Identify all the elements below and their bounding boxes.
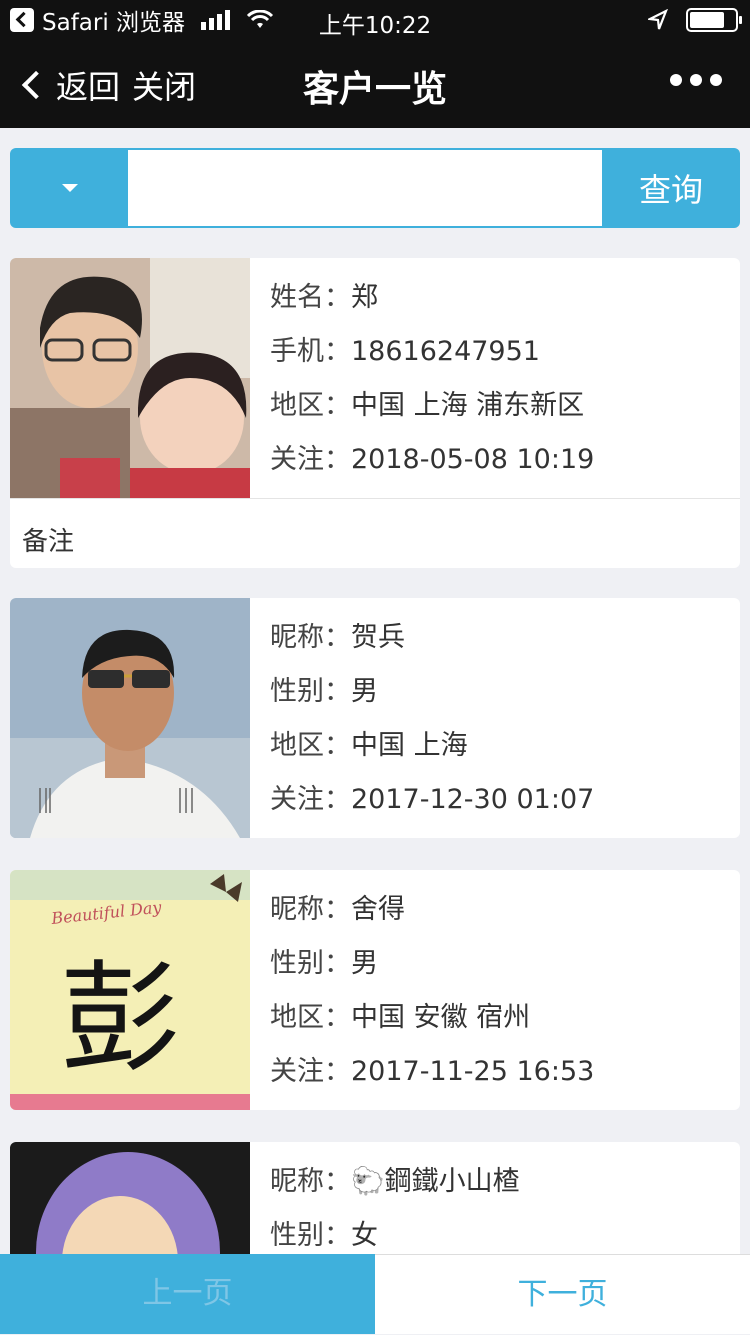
search-input[interactable]: [128, 148, 602, 228]
info-row-nickname: 昵称：舍得: [270, 894, 405, 925]
info-row-followed: 关注：2017-12-30 01:07: [270, 784, 595, 815]
more-menu-icon[interactable]: [670, 74, 722, 86]
status-bar: Safari 浏览器 上午10:22: [0, 0, 750, 40]
customer-avatar: [10, 1142, 250, 1254]
customer-info: 姓名：郑 手机：18616247951 地区：中国 上海 浦东新区 关注：201…: [270, 284, 594, 500]
info-row-region: 地区：中国 上海: [270, 730, 468, 761]
info-row-name: 姓名：郑: [270, 282, 378, 313]
customer-avatar: [10, 258, 250, 498]
status-time: 上午10:22: [318, 13, 432, 39]
status-right: [648, 8, 742, 32]
search-bar: 查询: [10, 148, 740, 228]
info-row-nickname: 昵称：贺兵: [270, 622, 405, 653]
customer-avatar: Beautiful Day 彭: [10, 870, 250, 1110]
prev-page-button[interactable]: 上一页: [0, 1254, 375, 1334]
nav-bar: 返回 关闭 客户一览: [0, 40, 750, 128]
customer-note: 备注: [10, 498, 740, 568]
customer-info: 昵称：🐑鋼鐵小山楂 性别：女: [270, 1168, 520, 1254]
customer-info: 昵称：舍得 性别：男 地区：中国 安徽 宿州 关注：2017-11-25 16:…: [270, 896, 594, 1110]
info-row-gender: 性别：男: [270, 676, 378, 707]
customer-card[interactable]: Beautiful Day 彭 昵称：舍得 性别：男 地区：中国 安徽 宿州 关…: [10, 870, 740, 1110]
photo-character: 彭: [60, 950, 180, 1089]
search-type-dropdown[interactable]: [10, 148, 128, 228]
location-arrow-icon: [648, 9, 668, 30]
page-title: 客户一览: [302, 69, 447, 110]
customer-info: 昵称：贺兵 性别：男 地区：中国 上海 关注：2017-12-30 01:07: [270, 624, 594, 838]
next-page-button[interactable]: 下一页: [375, 1254, 750, 1334]
info-row-gender: 性别：女: [270, 1220, 378, 1251]
customer-card[interactable]: 姓名：郑 手机：18616247951 地区：中国 上海 浦东新区 关注：201…: [10, 258, 740, 568]
info-row-followed: 关注：2018-05-08 10:19: [270, 444, 595, 475]
customer-card[interactable]: 昵称：贺兵 性别：男 地区：中国 上海 关注：2017-12-30 01:07: [10, 598, 740, 838]
info-row-nickname: 昵称：🐑鋼鐵小山楂: [270, 1166, 520, 1197]
info-row-phone: 手机：18616247951: [270, 336, 540, 367]
caret-down-icon: [62, 184, 78, 192]
info-row-followed: 关注：2017-11-25 16:53: [270, 1056, 595, 1087]
info-row-region: 地区：中国 上海 浦东新区: [270, 390, 585, 421]
customer-avatar: [10, 598, 250, 838]
customer-card[interactable]: 昵称：🐑鋼鐵小山楂 性别：女: [10, 1142, 740, 1254]
info-row-gender: 性别：男: [270, 948, 378, 979]
pagination: 上一页 下一页: [0, 1254, 750, 1334]
battery-icon: [686, 8, 742, 32]
info-row-region: 地区：中国 安徽 宿州: [270, 1002, 531, 1033]
search-button[interactable]: 查询: [602, 148, 740, 228]
